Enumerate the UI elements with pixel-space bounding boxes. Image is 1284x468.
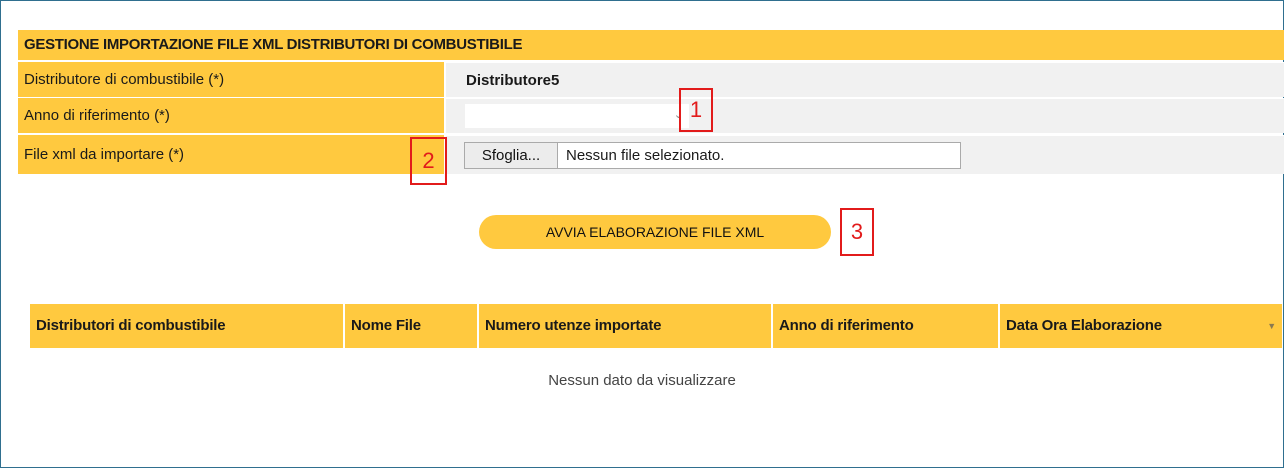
column-header-reference-year[interactable]: Anno di riferimento: [771, 304, 998, 348]
column-header-imported-count[interactable]: Numero utenze importate: [477, 304, 771, 348]
year-value-cell: ⌄: [446, 98, 1284, 133]
form-title: GESTIONE IMPORTAZIONE FILE XML DISTRIBUT…: [18, 30, 1284, 60]
file-value-cell: Sfoglia... Nessun file selezionato.: [446, 135, 1284, 174]
column-header-processing-datetime-label: Data Ora Elaborazione: [1006, 317, 1162, 334]
callout-3: 3: [840, 208, 874, 256]
callout-2: 2: [410, 137, 447, 185]
grid-header: Distributori di combustibile Nome File N…: [30, 304, 1282, 348]
year-select[interactable]: ⌄: [464, 103, 690, 129]
file-label: File xml da importare (*): [18, 135, 444, 174]
distributor-value-cell: Distributore5: [446, 62, 1284, 97]
column-header-file-name[interactable]: Nome File: [343, 304, 477, 348]
run-processing-button[interactable]: AVVIA ELABORAZIONE FILE XML: [479, 215, 831, 249]
sort-down-icon[interactable]: ▼: [1267, 304, 1276, 348]
year-row: Anno di riferimento (*) ⌄: [18, 98, 1284, 133]
year-label: Anno di riferimento (*): [18, 98, 444, 133]
file-input[interactable]: Sfoglia... Nessun file selezionato.: [464, 142, 961, 169]
distributor-label: Distributore di combustibile (*): [18, 62, 444, 97]
column-header-processing-datetime[interactable]: Data Ora Elaborazione ▼: [998, 304, 1282, 348]
file-row: File xml da importare (*) Sfoglia... Nes…: [18, 135, 1284, 174]
distributor-row: Distributore di combustibile (*) Distrib…: [18, 62, 1284, 97]
column-header-distributors[interactable]: Distributori di combustibile: [30, 304, 343, 348]
browse-button[interactable]: Sfoglia...: [465, 143, 558, 168]
file-status: Nessun file selezionato.: [566, 147, 725, 164]
callout-1: 1: [679, 88, 713, 132]
distributor-value: Distributore5: [466, 72, 560, 89]
empty-grid-message: Nessun dato da visualizzare: [548, 372, 736, 389]
